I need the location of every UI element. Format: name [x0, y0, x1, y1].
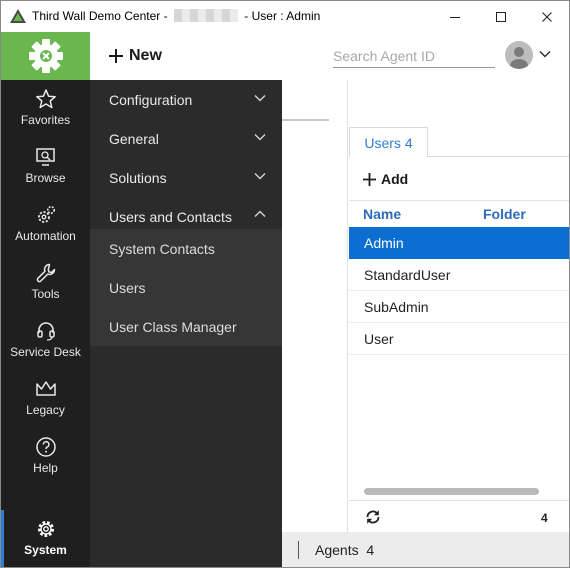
maximize-icon	[496, 11, 506, 22]
close-icon	[542, 11, 552, 22]
help-icon	[35, 437, 56, 457]
status-bar: Agents 4	[282, 532, 569, 567]
menu-section-configuration[interactable]: Configuration	[90, 80, 282, 119]
divider	[349, 200, 569, 201]
window-title-prefix: Third Wall Demo Center -	[32, 9, 168, 23]
search-agent-input[interactable]	[333, 44, 495, 68]
window-title: Third Wall Demo Center - - User : Admin	[32, 9, 320, 23]
divider	[282, 119, 329, 121]
system-flyout-menu: Configuration General Solutions Users an…	[90, 80, 282, 567]
nav-item-tools[interactable]: Tools	[1, 254, 90, 312]
row-name: User	[364, 330, 394, 347]
chevron-down-icon	[254, 94, 266, 102]
pane-splitter[interactable]	[347, 80, 348, 532]
nav-item-favorites[interactable]: Favorites	[1, 80, 90, 138]
nav-label: Legacy	[26, 403, 65, 417]
user-avatar-icon	[510, 47, 528, 69]
menu-section-label: Solutions	[109, 169, 167, 186]
close-button[interactable]	[524, 1, 569, 32]
star-icon	[35, 89, 56, 109]
add-user-button[interactable]: Add	[363, 169, 408, 189]
nav-item-help[interactable]: Help	[1, 428, 90, 486]
nav-label: Favorites	[20, 113, 71, 127]
table-row[interactable]: Admin	[349, 227, 569, 259]
agents-status[interactable]: Agents 4	[315, 542, 374, 558]
table-row[interactable]: SubAdmin	[349, 291, 569, 323]
gear-icon	[37, 521, 54, 537]
crown-icon	[35, 381, 56, 396]
menu-item-label: System Contacts	[109, 240, 215, 257]
menu-section-label: Configuration	[109, 91, 193, 108]
minimize-button[interactable]	[432, 1, 478, 32]
table-row[interactable]: StandardUser	[349, 259, 569, 291]
plus-icon	[363, 172, 376, 186]
plus-icon	[109, 49, 123, 63]
horizontal-scrollbar[interactable]	[364, 488, 539, 495]
minimize-icon	[450, 16, 460, 18]
app-window: Third Wall Demo Center - - User : Admin	[0, 0, 570, 568]
row-name: Admin	[364, 235, 404, 251]
menu-item-users[interactable]: Users	[90, 268, 282, 307]
menu-section-general[interactable]: General	[90, 119, 282, 158]
title-bar: Third Wall Demo Center - - User : Admin	[1, 1, 569, 32]
tab-underline	[428, 156, 569, 157]
column-header-name[interactable]: Name	[363, 206, 401, 222]
gears-icon	[37, 205, 55, 223]
refresh-icon[interactable]	[364, 508, 382, 526]
menu-section-label: General	[109, 130, 159, 147]
nav-label: Tools	[31, 287, 60, 301]
table-row[interactable]: User	[349, 323, 569, 355]
column-header-label: Folder	[483, 206, 526, 222]
column-header-label: Name	[363, 206, 402, 222]
gear-logo-icon	[28, 39, 63, 73]
new-button[interactable]: New	[109, 45, 162, 67]
chevron-up-icon	[254, 210, 266, 218]
headset-icon	[36, 322, 55, 341]
new-button-label: New	[129, 47, 162, 64]
left-nav: Favorites Browse Automation Tools Servic…	[1, 80, 90, 567]
nav-item-browse[interactable]: Browse	[1, 138, 90, 196]
column-header-folder[interactable]: Folder	[483, 206, 526, 222]
tab-users[interactable]: Users 4	[349, 127, 428, 157]
nav-label: Help	[33, 461, 58, 475]
chevron-down-icon[interactable]	[539, 50, 551, 58]
agents-label: Agents	[315, 542, 359, 558]
maximize-button[interactable]	[478, 1, 524, 32]
menu-item-system-contacts[interactable]: System Contacts	[90, 229, 282, 268]
menu-item-label: User Class Manager	[109, 318, 237, 335]
users-and-contacts-submenu: System Contacts Users User Class Manager	[90, 229, 282, 346]
row-name: StandardUser	[364, 266, 451, 283]
chevron-down-icon	[254, 172, 266, 180]
nav-label: System	[24, 543, 67, 557]
nav-label: Automation	[15, 229, 76, 243]
nav-label: Service Desk	[10, 345, 81, 359]
row-name: SubAdmin	[364, 298, 429, 315]
nav-item-system[interactable]: System	[1, 510, 90, 567]
chevron-down-icon	[254, 133, 266, 141]
agents-count: 4	[366, 542, 375, 558]
nav-label: Browse	[25, 171, 66, 185]
redacted-region	[173, 9, 238, 22]
nav-item-service-desk[interactable]: Service Desk	[1, 312, 90, 370]
tab-label: Users 4	[364, 134, 413, 151]
divider	[349, 500, 569, 501]
add-button-label: Add	[381, 171, 409, 187]
monitor-search-icon	[35, 148, 55, 166]
app-logo-icon	[10, 9, 26, 23]
nav-item-legacy[interactable]: Legacy	[1, 370, 90, 428]
avatar[interactable]	[505, 41, 533, 69]
nav-item-automation[interactable]: Automation	[1, 196, 90, 254]
menu-section-solutions[interactable]: Solutions	[90, 158, 282, 197]
menu-item-label: Users	[109, 279, 146, 296]
record-count: 4	[541, 511, 548, 525]
wrench-icon	[36, 263, 55, 283]
menu-item-user-class-manager[interactable]: User Class Manager	[90, 307, 282, 346]
app-home-tile[interactable]	[1, 32, 90, 80]
menu-section-label: Users and Contacts	[109, 209, 232, 225]
window-title-suffix: - User : Admin	[244, 9, 321, 23]
menu-section-users-and-contacts[interactable]: Users and Contacts	[90, 197, 282, 231]
divider	[298, 541, 299, 559]
